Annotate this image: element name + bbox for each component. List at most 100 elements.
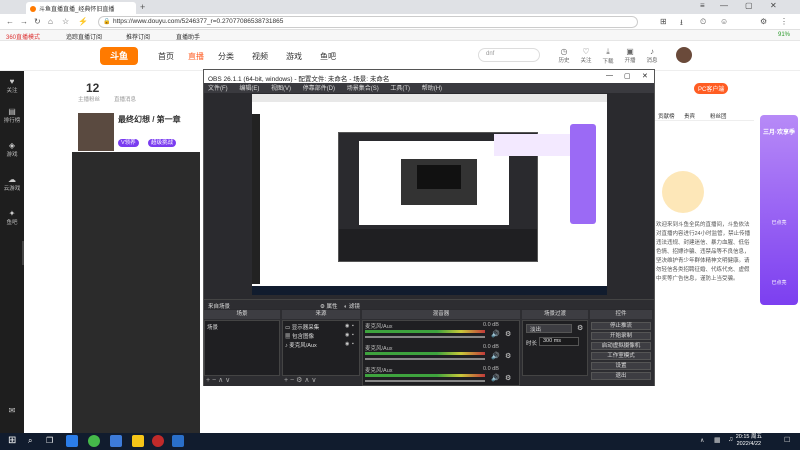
bookmark-0[interactable]: 360直播模式 bbox=[6, 32, 40, 41]
up-icon[interactable]: ∧ bbox=[218, 377, 223, 384]
obs-menu-help[interactable]: 帮助(H) bbox=[422, 86, 442, 92]
obs-menu-view[interactable]: 视图(V) bbox=[271, 86, 291, 92]
menu-icon[interactable]: ≡ bbox=[700, 1, 705, 10]
add-icon[interactable]: + bbox=[206, 377, 210, 384]
message-button[interactable]: ♪ 消息 bbox=[640, 47, 664, 64]
url-input[interactable]: 🔒 https://www.douyu.com/5246377_r=0.27077… bbox=[98, 16, 638, 28]
tag-adopt[interactable]: V领养 bbox=[118, 139, 139, 147]
more-icon[interactable]: ⋮ bbox=[780, 17, 788, 26]
anchor-avatar[interactable] bbox=[78, 113, 114, 151]
eye-icon[interactable]: ◉ bbox=[345, 323, 349, 329]
minimize-icon[interactable]: — bbox=[720, 1, 728, 10]
sidebar-feedback[interactable]: ✉ bbox=[0, 406, 24, 415]
scene-item[interactable]: 场景 bbox=[207, 323, 218, 331]
tag-challenge[interactable]: 超级挑战 bbox=[148, 139, 177, 147]
tab-vip[interactable]: 贵宾 bbox=[684, 112, 695, 120]
nav-video[interactable]: 视频 bbox=[252, 51, 268, 62]
obs-close-icon[interactable]: ✕ bbox=[642, 72, 648, 80]
follow-button[interactable]: ♡ 关注 bbox=[574, 47, 598, 64]
gear-icon[interactable]: ⚙ bbox=[505, 330, 511, 338]
system-clock[interactable]: 20:15 周五 2022/4/22 bbox=[736, 434, 762, 448]
new-tab-plus-icon[interactable]: + bbox=[140, 2, 145, 12]
volume-icon[interactable]: ♫ bbox=[728, 436, 733, 443]
sidebar-yuba[interactable]: ✦ 鱼吧 bbox=[0, 209, 24, 226]
lock-icon[interactable]: ▪ bbox=[352, 323, 354, 329]
close-icon[interactable]: ✕ bbox=[770, 1, 777, 10]
tab-fans[interactable]: 粉丝团 bbox=[710, 112, 727, 120]
lock-icon[interactable]: ▪ bbox=[352, 332, 354, 338]
video-player[interactable] bbox=[72, 152, 200, 433]
obs-menu-docks[interactable]: 停靠部件(D) bbox=[303, 86, 335, 92]
speaker-icon[interactable]: 🔊 bbox=[491, 352, 500, 360]
download-button[interactable]: ⤓ 下载 bbox=[596, 47, 620, 65]
history-icon[interactable]: ⏲ bbox=[700, 17, 706, 27]
bookmark-2[interactable]: 推荐订阅 bbox=[126, 32, 150, 41]
bookmark-3[interactable]: 直播助手 bbox=[176, 32, 200, 41]
speaker-icon[interactable]: 🔊 bbox=[491, 374, 500, 382]
start-recording-button[interactable]: 开始录制 bbox=[591, 332, 651, 340]
back-icon[interactable]: ← bbox=[6, 17, 14, 26]
obs-maximize-icon[interactable]: ▢ bbox=[624, 72, 631, 80]
eye-icon[interactable]: ◉ bbox=[345, 341, 349, 347]
lock-icon[interactable]: ▪ bbox=[352, 341, 354, 347]
gear-icon[interactable]: ⚙ bbox=[505, 352, 511, 360]
broadcast-button[interactable]: ▣ 开播 bbox=[618, 47, 642, 64]
virtual-camera-button[interactable]: 启动虚拟摄像机 bbox=[591, 342, 651, 350]
favorite-icon[interactable]: ☆ bbox=[62, 17, 69, 26]
add-icon[interactable]: + bbox=[284, 377, 288, 384]
nav-yuba[interactable]: 鱼吧 bbox=[320, 51, 336, 62]
stop-streaming-button[interactable]: 停止推流 bbox=[591, 322, 651, 330]
transition-select[interactable]: 淡出 bbox=[526, 324, 572, 333]
sidebar-game[interactable]: ◈ 游戏 bbox=[0, 141, 24, 158]
obs-menu-scene-collection[interactable]: 场景集合(S) bbox=[347, 86, 379, 92]
reload-icon[interactable]: ↻ bbox=[34, 17, 41, 26]
obs-minimize-icon[interactable]: — bbox=[606, 72, 613, 79]
pc-client-button[interactable]: PC客户端 bbox=[694, 83, 729, 94]
obs-icon[interactable] bbox=[152, 435, 164, 447]
volume-slider[interactable] bbox=[365, 336, 485, 338]
speaker-icon[interactable]: 🔊 bbox=[491, 330, 500, 338]
settings-icon[interactable]: ⚙ bbox=[760, 17, 767, 26]
sidebar-rank[interactable]: ▤ 排行榜 bbox=[0, 107, 24, 124]
app-icon[interactable] bbox=[110, 435, 122, 447]
notification-icon[interactable]: ☐ bbox=[784, 436, 790, 444]
volume-slider[interactable] bbox=[365, 380, 485, 382]
tray-up-icon[interactable]: ∧ bbox=[700, 437, 704, 444]
studio-mode-button[interactable]: 工作室模式 bbox=[591, 352, 651, 360]
search-input[interactable]: dnf bbox=[478, 48, 540, 62]
sidebar-follow[interactable]: ♥ 关注 bbox=[0, 77, 24, 94]
exit-button[interactable]: 退出 bbox=[591, 372, 651, 380]
settings-button[interactable]: 设置 bbox=[591, 362, 651, 370]
windows-start-icon[interactable]: ⊞ bbox=[8, 435, 16, 446]
user-avatar[interactable] bbox=[676, 47, 692, 63]
sidebar-cloud-game[interactable]: ☁ 云游戏 bbox=[0, 175, 24, 192]
nav-game[interactable]: 游戏 bbox=[286, 51, 302, 62]
source-item[interactable]: ▦ 包含图像 bbox=[285, 332, 314, 340]
properties-button[interactable]: ⚙ 属性 bbox=[320, 302, 337, 310]
volume-slider[interactable] bbox=[365, 358, 485, 360]
down-icon[interactable]: ∨ bbox=[311, 377, 316, 384]
eye-icon[interactable]: ◉ bbox=[345, 332, 349, 338]
remove-icon[interactable]: − bbox=[212, 377, 216, 384]
account-icon[interactable]: ☺ bbox=[720, 17, 728, 26]
edge-icon[interactable] bbox=[66, 435, 78, 447]
obs-preview-canvas[interactable] bbox=[252, 94, 607, 295]
home-icon[interactable]: ⌂ bbox=[48, 17, 53, 26]
obs-menu-file[interactable]: 文件(F) bbox=[208, 86, 228, 92]
up-icon[interactable]: ∧ bbox=[304, 377, 309, 384]
douyu-logo[interactable]: 斗鱼 bbox=[100, 47, 138, 65]
search-icon[interactable]: ⌕ bbox=[28, 436, 32, 446]
gear-icon[interactable]: ⚙ bbox=[505, 374, 511, 382]
task-view-icon[interactable]: ❐ bbox=[46, 436, 53, 445]
source-item[interactable]: ▭ 显示器采集 bbox=[285, 323, 319, 331]
obs-menu-tools[interactable]: 工具(T) bbox=[390, 86, 410, 92]
nav-category[interactable]: 分类 bbox=[218, 51, 234, 62]
app2-icon[interactable] bbox=[172, 435, 184, 447]
filters-button[interactable]: ◐ 滤镜 bbox=[344, 302, 360, 310]
nav-home[interactable]: 首页 bbox=[158, 51, 174, 62]
tab-contribution[interactable]: 贡献榜 bbox=[658, 112, 675, 120]
maximize-icon[interactable]: ▢ bbox=[745, 1, 753, 10]
history-button[interactable]: ◷ 历史 bbox=[552, 47, 576, 64]
browser-tab[interactable]: 斗鱼直播直播_经典怀旧直播 bbox=[26, 2, 136, 14]
speed-icon[interactable]: ⚡ bbox=[78, 17, 88, 26]
